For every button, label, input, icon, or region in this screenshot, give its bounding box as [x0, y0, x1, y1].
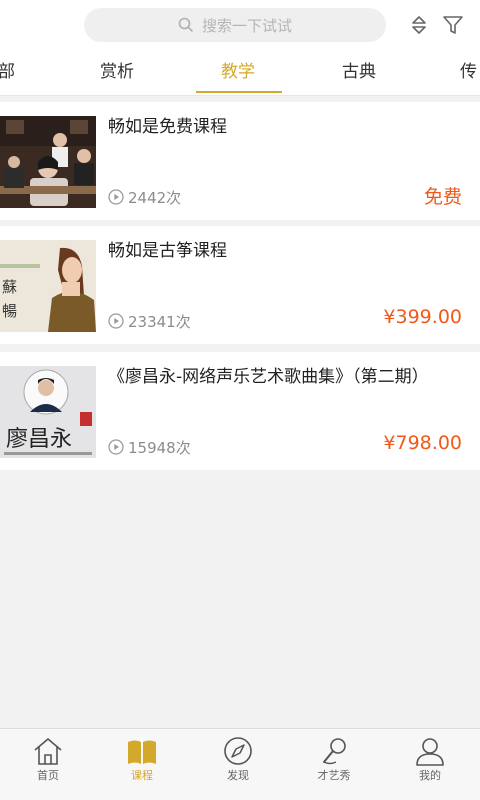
course-price: ¥399.00 — [383, 306, 462, 328]
play-icon — [108, 439, 124, 455]
search-bar[interactable]: 搜索一下试试 — [84, 8, 386, 42]
course-price: 免费 — [423, 186, 462, 208]
view-count: 23341次 — [108, 310, 191, 332]
nav-label: 才艺秀 — [317, 769, 351, 782]
thumb-calligraphy: 蘇 — [2, 278, 17, 296]
nav-label: 我的 — [419, 769, 441, 782]
course-thumbnail — [0, 116, 96, 208]
tab-appreciation[interactable]: 赏析 — [100, 52, 134, 94]
bottom-nav: 首页 课程 发现 才艺秀 我的 — [0, 728, 480, 800]
search-icon — [178, 17, 194, 33]
course-card[interactable]: 畅如是免费课程 2442次 免费 — [0, 102, 480, 220]
nav-label: 首页 — [37, 769, 59, 782]
nav-profile[interactable]: 我的 — [382, 729, 478, 800]
active-tab-indicator — [196, 91, 282, 93]
course-card[interactable]: 蘇 暢 畅如是古筝课程 23341次 ¥399.00 — [0, 226, 480, 344]
thumb-calligraphy: 廖昌永 — [6, 427, 72, 452]
view-count-text: 15948次 — [128, 438, 191, 457]
play-icon — [108, 313, 124, 329]
tab-teaching[interactable]: 教学 — [221, 52, 255, 94]
filter-icon[interactable] — [440, 12, 466, 38]
thumb-calligraphy: 暢 — [2, 302, 17, 320]
book-icon — [128, 737, 156, 764]
tab-classical[interactable]: 古典 — [342, 52, 376, 94]
nav-label: 课程 — [131, 769, 153, 782]
nav-label: 发现 — [227, 769, 249, 782]
course-price: ¥798.00 — [383, 432, 462, 454]
course-thumbnail: 廖昌永 — [0, 366, 96, 458]
view-count-text: 2442次 — [128, 188, 182, 207]
search-placeholder: 搜索一下试试 — [201, 16, 292, 35]
course-thumbnail: 蘇 暢 — [0, 240, 96, 332]
tab-traditional[interactable]: 传 — [460, 52, 477, 94]
course-title: 《廖昌永-网络声乐艺术歌曲集》（第二期） — [108, 367, 429, 387]
nav-discover[interactable]: 发现 — [190, 729, 286, 800]
nav-courses[interactable]: 课程 — [94, 729, 190, 800]
microphone-icon — [323, 738, 346, 765]
header: 搜索一下试试 部 赏析 教学 古典 传 — [0, 0, 480, 96]
nav-home[interactable]: 首页 — [0, 729, 96, 800]
view-count: 15948次 — [108, 436, 191, 458]
play-icon — [108, 189, 124, 205]
compass-icon — [224, 737, 252, 765]
course-title: 畅如是免费课程 — [108, 117, 227, 137]
view-count: 2442次 — [108, 186, 181, 208]
category-tabs: 部 赏析 教学 古典 传 — [0, 52, 480, 94]
home-icon — [34, 738, 62, 765]
sort-icon[interactable] — [406, 12, 432, 38]
view-count-text: 23341次 — [128, 312, 191, 331]
tab-all[interactable]: 部 — [0, 52, 15, 94]
course-title: 畅如是古筝课程 — [108, 241, 227, 261]
nav-talent-show[interactable]: 才艺秀 — [286, 729, 382, 800]
course-card[interactable]: 廖昌永 《廖昌永-网络声乐艺术歌曲集》（第二期） 15948次 ¥798.00 — [0, 352, 480, 470]
user-icon — [416, 738, 444, 766]
